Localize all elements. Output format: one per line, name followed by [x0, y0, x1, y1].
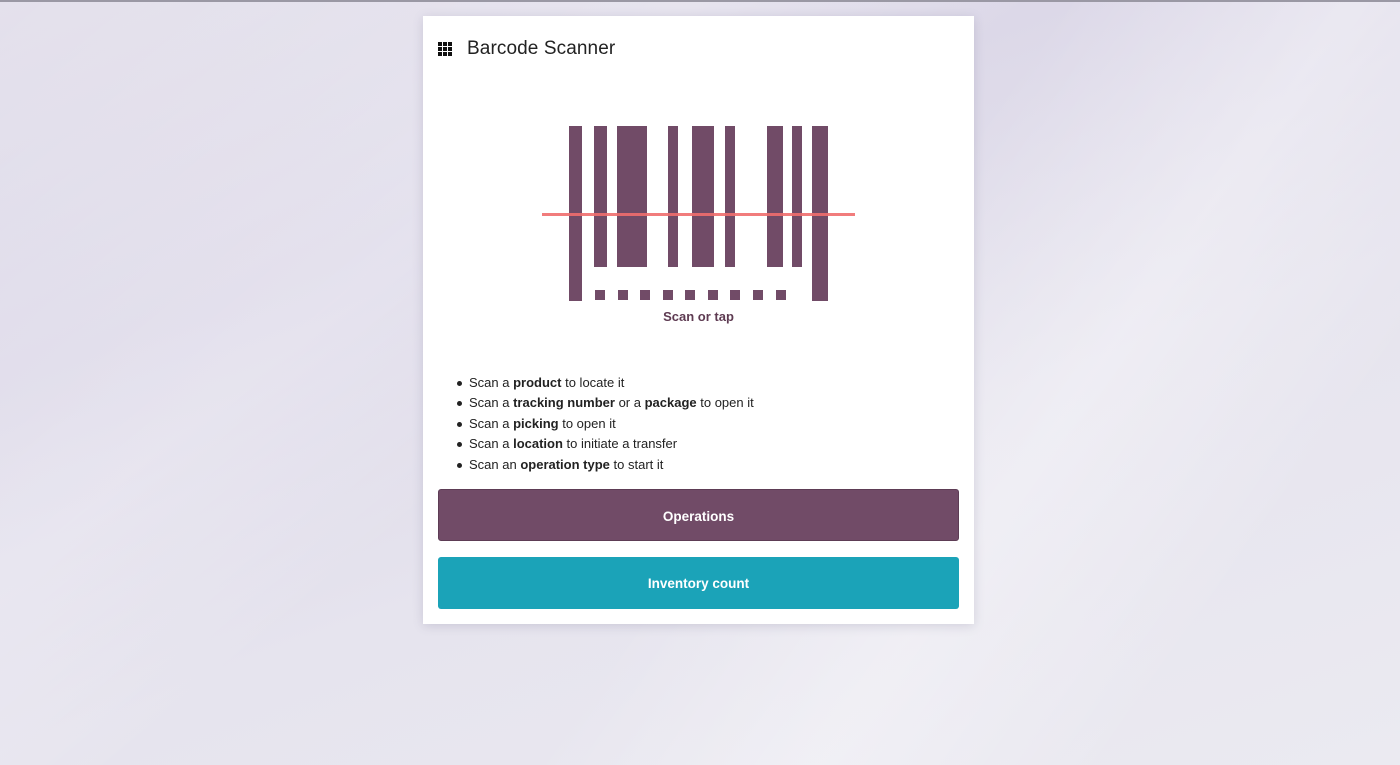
- instruction-text: to open it: [558, 415, 616, 431]
- instruction-text: to locate it: [561, 375, 625, 390]
- instruction-tracking: Scan a tracking number or a package to o…: [457, 393, 754, 413]
- instruction-text: Scan a: [469, 415, 514, 431]
- instruction-keyword: location: [513, 436, 563, 452]
- instruction-text: Scan an: [469, 456, 521, 472]
- window-top-border: [0, 0, 1400, 2]
- inventory-count-button[interactable]: Inventory count: [438, 557, 959, 609]
- instruction-text: Scan a: [469, 395, 514, 411]
- scan-or-tap-label: Scan or tap: [663, 309, 734, 324]
- instruction-text: or a: [614, 395, 645, 411]
- instruction-picking: Scan a picking to open it: [457, 414, 754, 434]
- instruction-keyword: operation type: [520, 456, 610, 472]
- scan-area[interactable]: Scan or tap: [423, 16, 974, 346]
- instruction-keyword: picking: [513, 415, 559, 431]
- instruction-text: to open it: [696, 395, 754, 411]
- instruction-keyword: tracking number: [513, 395, 615, 411]
- instruction-text: Scan a: [469, 436, 514, 452]
- instructions-list: Scan a product to locate it Scan a track…: [457, 373, 754, 475]
- instruction-text: Scan a: [469, 375, 514, 390]
- barcode-illustration-icon: [542, 126, 855, 301]
- instruction-product: Scan a product to locate it: [457, 373, 754, 393]
- instruction-operation-type: Scan an operation type to start it: [457, 455, 754, 475]
- instruction-keyword: product: [513, 375, 562, 390]
- instruction-text: to initiate a transfer: [562, 436, 678, 452]
- barcode-main-card: Barcode Scanner Scan or tap Scan a produ…: [423, 16, 974, 624]
- instruction-keyword: package: [644, 395, 697, 411]
- instruction-text: to start it: [609, 456, 664, 472]
- operations-button[interactable]: Operations: [438, 489, 959, 541]
- instruction-location: Scan a location to initiate a transfer: [457, 434, 754, 454]
